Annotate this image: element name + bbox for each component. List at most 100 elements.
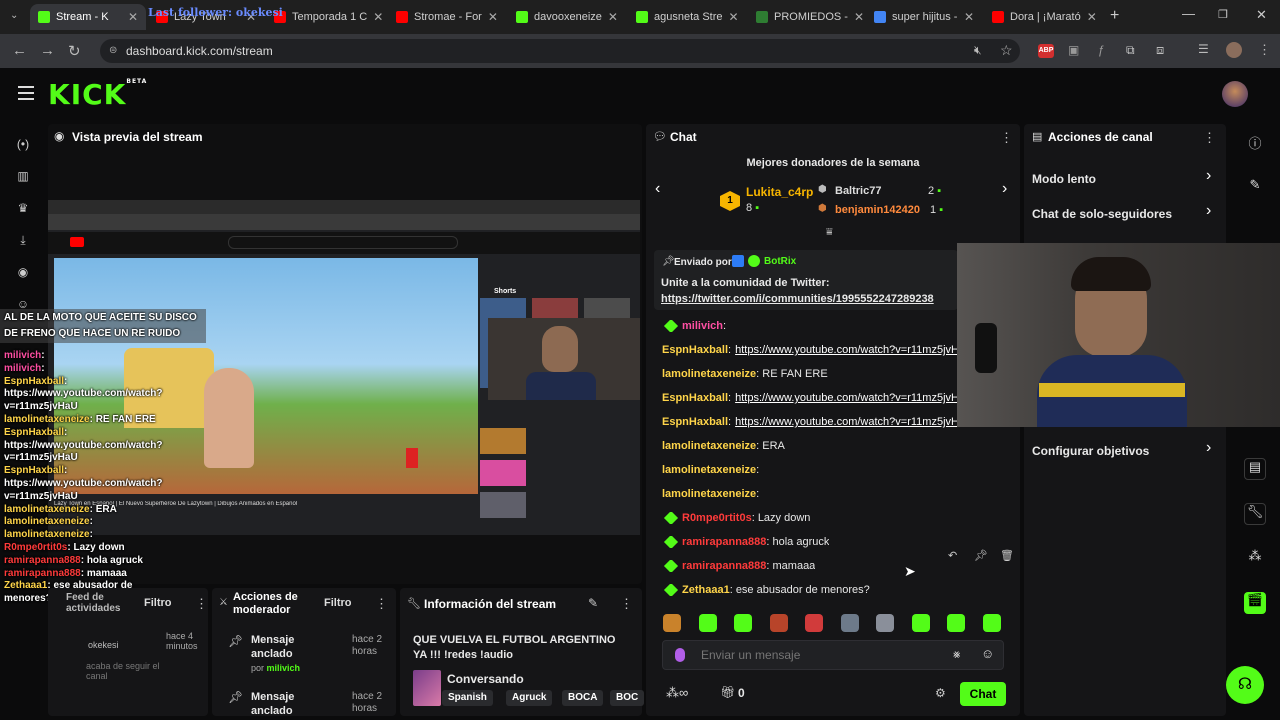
browser-tab[interactable]: Stromae - For ✕ — [388, 4, 504, 30]
extension-3-icon[interactable]: ⧉ — [1126, 43, 1135, 58]
tab-close-icon[interactable]: ✕ — [1087, 4, 1097, 30]
tab-close-icon[interactable]: ✕ — [128, 4, 138, 30]
browser-menu-icon[interactable]: ⋮ — [1258, 42, 1271, 58]
stream-info-menu-icon[interactable]: ⋮ — [620, 596, 633, 612]
extension-2-icon[interactable]: ƒ — [1098, 43, 1105, 57]
nodes-icon[interactable]: ⁂ — [1244, 548, 1266, 570]
emote-icon[interactable] — [982, 614, 1001, 632]
chat-link[interactable]: https://www.youtube.com/watch?v=r11mz5jv… — [735, 344, 958, 356]
users-infinity-icon[interactable]: ⁂∞ — [666, 685, 688, 701]
adblock-icon[interactable]: ABP — [1038, 44, 1054, 58]
maximize-icon[interactable]: ❐ — [1218, 8, 1228, 21]
chat-username[interactable]: EspnHaxball — [662, 392, 728, 404]
moderator-filter-button[interactable]: Filtro — [324, 597, 352, 609]
chat-username[interactable]: R0mpe0rtit0s — [682, 512, 752, 524]
browser-tab[interactable]: Stream - K ✕ — [30, 4, 146, 30]
emoji-icon[interactable]: ☺ — [981, 646, 994, 661]
tab-close-icon[interactable]: ✕ — [373, 4, 382, 30]
tools-icon[interactable]: 🔧︎ — [1244, 503, 1266, 525]
site-info-icon[interactable]: ⊜ — [109, 39, 117, 63]
info-icon[interactable]: ⓘ — [1244, 133, 1266, 155]
back-icon[interactable]: ← — [12, 42, 27, 59]
emote-icon[interactable] — [734, 614, 752, 632]
chat-username[interactable]: EspnHaxball — [662, 344, 728, 356]
chat-send-button[interactable]: Chat — [960, 682, 1006, 706]
chat-message[interactable]: ramirapanna888: mamaaa — [662, 560, 815, 572]
layout-icon[interactable]: ▤ — [1244, 458, 1266, 480]
chat-message[interactable]: milivich: — [662, 320, 726, 332]
tab-search-icon[interactable]: ⌄ — [10, 10, 18, 21]
mute-tab-icon[interactable]: 🔇︎ — [974, 43, 982, 58]
stream-tag[interactable]: BOC — [610, 690, 645, 706]
chat-username[interactable]: Zethaaa1 — [682, 584, 730, 596]
tab-close-icon[interactable]: ✕ — [964, 4, 974, 30]
broadcast-icon[interactable]: (•) — [16, 137, 30, 151]
donor-name[interactable]: Baltric77 — [835, 185, 881, 197]
emote-icon[interactable] — [840, 614, 859, 632]
chat-message[interactable]: lamolinetaxeneize: — [662, 488, 759, 500]
chat-username[interactable]: lamolinetaxeneize — [662, 464, 756, 476]
emote-icon[interactable] — [876, 614, 894, 632]
donor-name[interactable]: benjamin142420 — [835, 204, 920, 216]
donor-name[interactable]: Lukita_c4rp — [746, 185, 813, 199]
donors-next-icon[interactable]: › — [1002, 180, 1007, 198]
reply-icon[interactable]: ↶ — [948, 549, 957, 562]
extension-icon[interactable]: ▣ — [1068, 43, 1079, 57]
emote-icon[interactable] — [663, 614, 681, 632]
tab-close-icon[interactable]: ✕ — [729, 4, 739, 30]
emote-icon[interactable] — [698, 614, 717, 632]
kick-emote-icon[interactable]: ⨳ — [953, 647, 960, 662]
chat-input-box[interactable]: ⨳ ☺ — [662, 640, 1004, 670]
chat-menu-icon[interactable]: ⋮ — [1000, 130, 1013, 146]
chat-input[interactable] — [701, 647, 921, 663]
reload-icon[interactable]: ↻ — [68, 42, 81, 60]
chat-username[interactable]: milivich — [682, 320, 723, 332]
mic-icon[interactable] — [675, 648, 685, 662]
browser-tab[interactable]: agusneta Stre ✕ — [628, 4, 744, 30]
pinned-by-user[interactable]: BotRix — [764, 256, 796, 267]
chat-message[interactable]: R0mpe0rtit0s: Lazy down — [662, 512, 810, 524]
tab-close-icon[interactable]: ✕ — [488, 4, 498, 30]
chat-username[interactable]: EspnHaxball — [662, 416, 728, 428]
tab-close-icon[interactable]: ✕ — [608, 4, 618, 30]
activity-filter-button[interactable]: Filtro — [144, 597, 172, 609]
chat-link[interactable]: https://www.youtube.com/watch?v=r11mz5jv… — [735, 416, 958, 428]
pinned-link[interactable]: https://twitter.com/i/communities/199555… — [661, 293, 957, 305]
clapper-icon[interactable]: 🎬︎ — [1244, 592, 1266, 614]
chat-message[interactable]: EspnHaxball: https://www.youtube.com/watc… — [662, 416, 958, 428]
minimize-icon[interactable]: — — [1182, 6, 1195, 21]
pin-message-icon[interactable]: 📌︎ — [974, 549, 988, 562]
trophy-icon[interactable]: ♛ — [16, 201, 30, 215]
hamburger-menu-icon[interactable] — [18, 86, 34, 100]
chat-username[interactable]: lamolinetaxeneize — [662, 368, 756, 380]
activity-menu-icon[interactable]: ⋮ — [195, 596, 208, 612]
chat-username[interactable]: ramirapanna888 — [682, 560, 766, 572]
bookmark-star-icon[interactable]: ☆ — [1000, 42, 1013, 59]
chat-message[interactable]: ramirapanna888: hola agruck — [662, 536, 829, 548]
browser-tab[interactable]: davooxeneize ✕ — [508, 4, 624, 30]
kick-logo[interactable]: KICKBETA — [48, 78, 147, 111]
emote-icon[interactable] — [769, 614, 788, 632]
moderator-menu-icon[interactable]: ⋮ — [375, 596, 388, 612]
tab-close-icon[interactable]: ✕ — [854, 4, 864, 30]
support-button[interactable]: ☊ — [1226, 666, 1264, 704]
channel-actions-menu-icon[interactable]: ⋮ — [1203, 130, 1216, 146]
close-window-icon[interactable]: ✕ — [1256, 7, 1267, 23]
profile-avatar[interactable] — [1226, 42, 1242, 58]
emote-icon[interactable] — [947, 614, 965, 632]
delete-icon[interactable]: 🗑︎ — [1000, 549, 1014, 562]
new-tab-button[interactable]: + — [1110, 7, 1119, 25]
chat-link[interactable]: https://www.youtube.com/watch?v=r11mz5jv… — [735, 392, 958, 404]
reading-list-icon[interactable]: ☰ — [1198, 42, 1209, 56]
chat-message[interactable]: lamolinetaxeneize: RE FAN ERE — [662, 368, 828, 380]
gift-icon[interactable]: 🎁︎ — [720, 685, 735, 699]
camera-icon[interactable]: ◉ — [16, 265, 30, 279]
browser-tab[interactable]: Temporada 1 C ✕ — [266, 4, 382, 30]
browser-tab[interactable]: super hijitus - ✕ — [866, 4, 982, 30]
url-field[interactable]: ⊜ dashboard.kick.com/stream — [100, 39, 1020, 63]
chat-settings-icon[interactable]: ⚙ — [935, 686, 946, 700]
pencil-icon[interactable]: ✎ — [1244, 177, 1266, 199]
forward-icon[interactable]: → — [40, 42, 55, 59]
pinned-message[interactable]: 📌︎ Enviado por BotRix Unite a la comunid… — [654, 250, 958, 310]
emote-icon[interactable] — [911, 614, 930, 632]
